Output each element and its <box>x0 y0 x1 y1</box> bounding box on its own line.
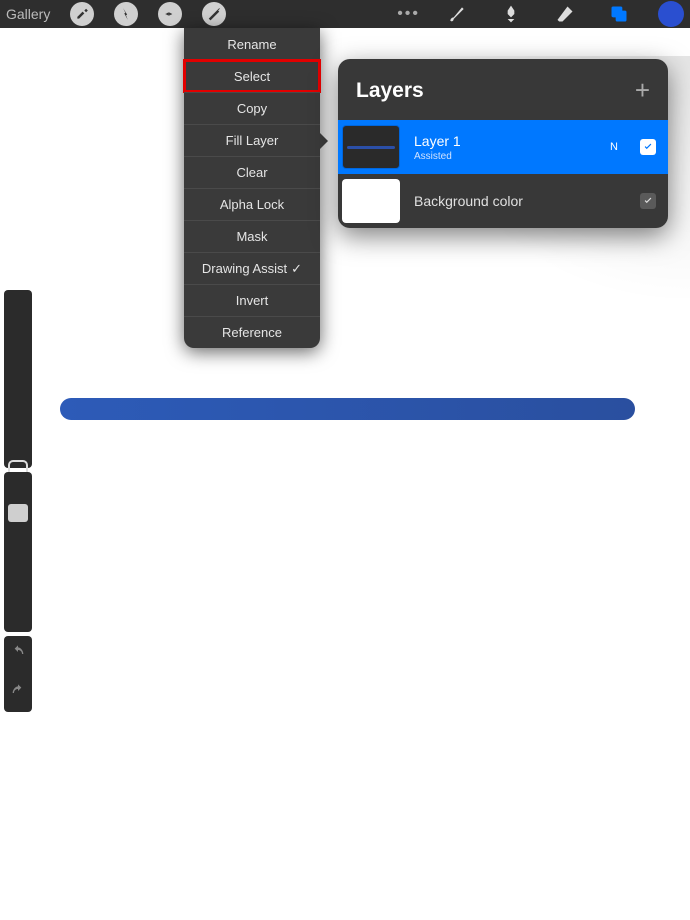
layer-name: Layer 1 <box>414 133 596 149</box>
menu-label: Drawing Assist <box>202 261 287 276</box>
layers-header: Layers + <box>338 59 668 120</box>
drawn-stroke <box>60 398 635 420</box>
layers-panel: Layers + Layer 1 Assisted N Background c… <box>338 59 668 228</box>
menu-item-select[interactable]: Select <box>184 60 320 92</box>
menu-label: Fill Layer <box>226 133 279 148</box>
menu-item-fill-layer[interactable]: Fill Layer <box>184 124 320 156</box>
layers-title: Layers <box>356 79 424 103</box>
color-picker-dot[interactable] <box>658 1 684 27</box>
gallery-button[interactable]: Gallery <box>6 6 50 22</box>
layer-thumbnail <box>342 125 400 169</box>
check-icon: ✓ <box>291 261 302 277</box>
top-toolbar: Gallery ••• <box>0 0 690 28</box>
adjustments-icon[interactable] <box>114 2 138 26</box>
more-icon[interactable]: ••• <box>397 5 420 23</box>
selection-icon[interactable] <box>158 2 182 26</box>
opacity-slider[interactable] <box>4 472 32 632</box>
menu-item-drawing-assist[interactable]: Drawing Assist ✓ <box>184 252 320 284</box>
menu-item-rename[interactable]: Rename <box>184 28 320 60</box>
redo-icon[interactable] <box>10 683 26 704</box>
actions-icon[interactable] <box>70 2 94 26</box>
undo-redo-bar <box>4 636 32 712</box>
menu-pointer-icon <box>319 132 328 150</box>
menu-item-invert[interactable]: Invert <box>184 284 320 316</box>
menu-label: Invert <box>236 293 269 308</box>
layer-subtitle: Assisted <box>414 151 596 162</box>
side-slider-bar <box>3 290 33 760</box>
layer-thumbnail <box>342 179 400 223</box>
menu-label: Copy <box>237 101 267 116</box>
transform-icon[interactable] <box>202 2 226 26</box>
menu-item-mask[interactable]: Mask <box>184 220 320 252</box>
layer-name: Background color <box>414 193 626 209</box>
eraser-icon[interactable] <box>552 1 578 27</box>
menu-label: Reference <box>222 325 282 340</box>
layers-icon[interactable] <box>606 1 632 27</box>
menu-label: Clear <box>236 165 267 180</box>
brush-size-slider[interactable] <box>4 290 32 468</box>
smudge-icon[interactable] <box>498 1 524 27</box>
brush-icon[interactable] <box>444 1 470 27</box>
panel-caret-icon <box>590 59 608 60</box>
menu-item-copy[interactable]: Copy <box>184 92 320 124</box>
blend-mode-label[interactable]: N <box>610 141 618 153</box>
layer-row[interactable]: Layer 1 Assisted N <box>338 120 668 174</box>
layer-visibility-checkbox[interactable] <box>640 139 656 155</box>
layer-visibility-checkbox[interactable] <box>640 193 656 209</box>
menu-label: Rename <box>227 37 276 52</box>
undo-icon[interactable] <box>10 644 26 665</box>
layer-text: Layer 1 Assisted <box>414 133 596 162</box>
add-layer-button[interactable]: + <box>635 75 650 106</box>
menu-label: Select <box>234 69 270 84</box>
menu-label: Alpha Lock <box>220 197 284 212</box>
menu-label: Mask <box>236 229 267 244</box>
menu-item-alpha-lock[interactable]: Alpha Lock <box>184 188 320 220</box>
layer-row[interactable]: Background color <box>338 174 668 228</box>
slider-thumb[interactable] <box>8 504 28 522</box>
layer-text: Background color <box>414 193 626 209</box>
menu-item-clear[interactable]: Clear <box>184 156 320 188</box>
menu-item-reference[interactable]: Reference <box>184 316 320 348</box>
layer-context-menu: Rename Select Copy Fill Layer Clear Alph… <box>184 28 320 348</box>
